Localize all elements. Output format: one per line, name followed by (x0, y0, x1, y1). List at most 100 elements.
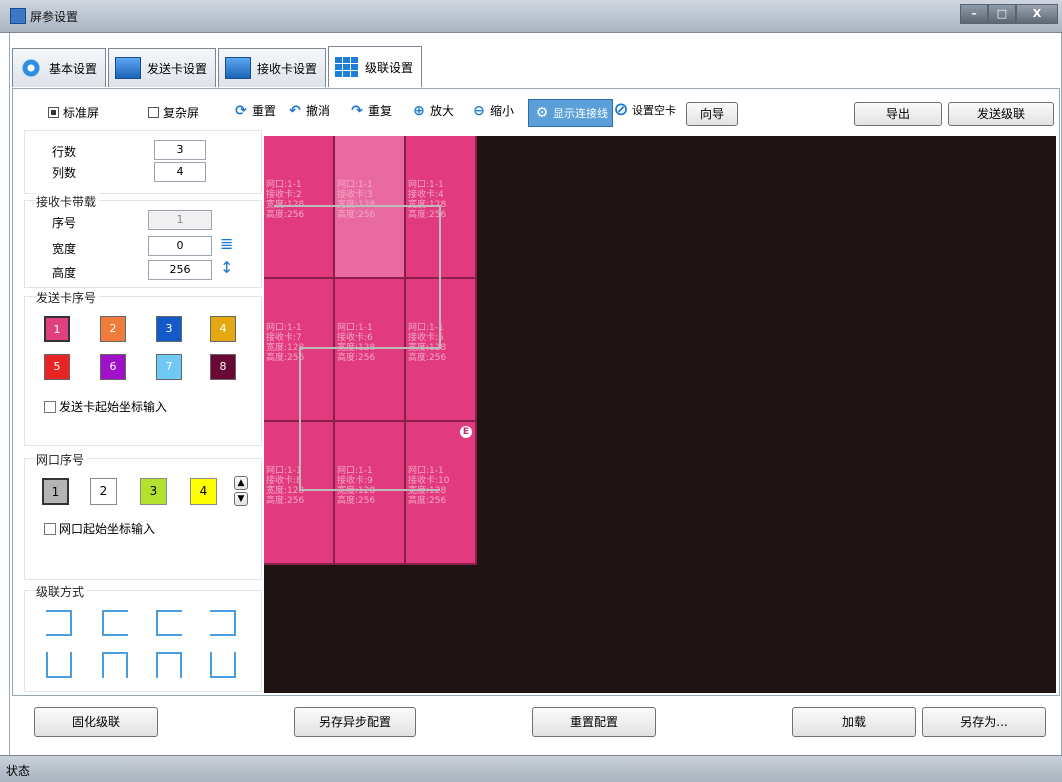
rows-input[interactable]: 3 (154, 140, 206, 160)
radio-label: 标准屏 (63, 106, 100, 120)
cascade-z-left-icon[interactable] (102, 610, 128, 636)
sender-start-coord-checkbox[interactable]: 发送卡起始坐标输入 (44, 398, 167, 415)
tab-cascade-settings[interactable]: 级联设置 (328, 46, 423, 87)
grid-icon (335, 57, 360, 77)
port-start-coord-checkbox[interactable]: 网口起始坐标输入 (44, 520, 155, 537)
sender-color-4[interactable]: 4 (210, 316, 236, 342)
height-input[interactable]: 256 (148, 260, 212, 280)
tab-sender-settings[interactable]: 发送卡设置 (108, 48, 217, 87)
title-bar: 屏参设置 – □ X (0, 0, 1062, 33)
cols-label: 列数 (52, 166, 77, 180)
tool-label: 放大 (430, 104, 455, 118)
sender-color-6[interactable]: 6 (100, 354, 126, 380)
standard-screen-radio[interactable]: 标准屏 (48, 104, 99, 121)
undo-icon: ↶ (289, 102, 301, 119)
tab-label: 级联设置 (365, 60, 414, 75)
redo-icon: ↷ (351, 102, 363, 119)
zoom-in-tool[interactable]: ⊕ 放大 (410, 102, 454, 119)
port-2[interactable]: 2 (90, 478, 117, 505)
port-down-button[interactable]: ▼ (234, 492, 248, 506)
guide-button[interactable]: 向导 (686, 102, 738, 126)
cascade-n-down-icon[interactable] (46, 652, 72, 678)
tool-label: 设置空卡 (632, 104, 676, 117)
port-4[interactable]: 4 (190, 478, 217, 505)
sender-color-5[interactable]: 5 (44, 354, 70, 380)
redo-tool[interactable]: ↷ 重复 (348, 102, 392, 119)
window-controls: – □ X (960, 4, 1058, 24)
sender-color-7[interactable]: 7 (156, 354, 182, 380)
sender-color-2[interactable]: 2 (100, 316, 126, 342)
gear-icon (19, 58, 43, 78)
close-button[interactable]: X (1016, 4, 1058, 24)
width-input[interactable]: 0 (148, 236, 212, 256)
cascade-canvas[interactable]: 网口:1-1 接收卡:2 宽度:128 高度:256 网口:1-1 接收卡:3 宽度:128… (264, 136, 1056, 693)
sender-color-1[interactable]: 1 (44, 316, 70, 342)
checkbox-label: 发送卡起始坐标输入 (59, 400, 168, 414)
cascade-u-down-icon[interactable] (210, 652, 236, 678)
port-index-title: 网口序号 (36, 451, 88, 468)
rows-cols-group (24, 130, 262, 194)
undo-tool[interactable]: ↶ 撤消 (286, 102, 330, 119)
window-title: 屏参设置 (30, 10, 79, 24)
reset-tool[interactable]: ⟳ 重置 (232, 102, 276, 119)
status-label: 状态 (6, 764, 31, 778)
checkbox-label: 网口起始坐标输入 (59, 522, 156, 536)
cascade-mode-title: 级联方式 (36, 583, 88, 600)
port-1[interactable]: 1 (42, 478, 69, 505)
tab-basic-settings[interactable]: 基本设置 (12, 48, 107, 87)
cascade-z-right-icon[interactable] (46, 610, 72, 636)
maximize-button[interactable]: □ (988, 4, 1016, 24)
cascade-n-up-icon[interactable] (102, 652, 128, 678)
zoom-in-icon: ⊕ (413, 102, 425, 119)
radio-mark (48, 107, 59, 118)
tab-label: 接收卡设置 (257, 61, 318, 76)
width-adjust-icon[interactable]: ≣ (220, 234, 233, 253)
sender-color-3[interactable]: 3 (156, 316, 182, 342)
port-3[interactable]: 3 (140, 478, 167, 505)
tool-label: 重复 (368, 104, 393, 118)
radio-label: 复杂屏 (163, 106, 200, 120)
show-wiring-tool[interactable]: ⚙ 显示连接线 (528, 99, 613, 127)
save-async-config-button[interactable]: 另存异步配置 (294, 707, 416, 737)
tab-label: 发送卡设置 (147, 61, 208, 76)
save-as-button[interactable]: 另存为... (922, 707, 1046, 737)
tab-label: 基本设置 (49, 61, 98, 76)
load-button[interactable]: 加载 (792, 707, 916, 737)
width-label: 宽度 (52, 242, 77, 256)
port-index-group (24, 458, 262, 580)
set-empty-card-tool[interactable]: ⊘ 设置空卡 (612, 99, 676, 120)
tool-label: 显示连接线 (553, 107, 608, 120)
cols-input[interactable]: 4 (154, 162, 206, 182)
tool-label: 撤消 (306, 104, 331, 118)
reset-config-button[interactable]: 重置配置 (532, 707, 656, 737)
cascade-s-right-icon[interactable] (210, 610, 236, 636)
tab-receiver-settings[interactable]: 接收卡设置 (218, 48, 327, 87)
cascade-u-up-icon[interactable] (156, 652, 182, 678)
solidify-cascade-button[interactable]: 固化级联 (34, 707, 158, 737)
send-cascade-button[interactable]: 发送级联 (948, 102, 1054, 126)
refresh-icon: ⟳ (235, 102, 247, 119)
sender-index-title: 发送卡序号 (36, 289, 100, 306)
port-up-button[interactable]: ▲ (234, 476, 248, 490)
zoom-out-tool[interactable]: ⊖ 缩小 (470, 102, 514, 119)
tab-strip: 基本设置 发送卡设置 接收卡设置 级联设置 (12, 46, 424, 87)
receiver-card-icon (225, 57, 252, 79)
receiver-load-title: 接收卡带载 (36, 193, 100, 210)
sender-card-icon (115, 57, 142, 79)
cascade-path (274, 205, 441, 491)
sender-color-8[interactable]: 8 (210, 354, 236, 380)
height-adjust-icon[interactable]: ↕ (220, 258, 233, 277)
prohibited-icon: ⊘ (613, 99, 629, 120)
index-input[interactable]: 1 (148, 210, 212, 230)
wiring-icon: ⚙ (535, 105, 549, 121)
zoom-out-icon: ⊖ (473, 102, 485, 119)
tool-label: 重置 (252, 104, 277, 118)
export-button[interactable]: 导出 (854, 102, 942, 126)
cascade-s-left-icon[interactable] (156, 610, 182, 636)
status-bar: 状态 (0, 755, 1062, 782)
end-marker: E (460, 426, 472, 438)
complex-screen-radio[interactable]: 复杂屏 (148, 104, 199, 121)
minimize-button[interactable]: – (960, 4, 988, 24)
app-icon (10, 8, 26, 24)
rows-label: 行数 (52, 145, 77, 159)
